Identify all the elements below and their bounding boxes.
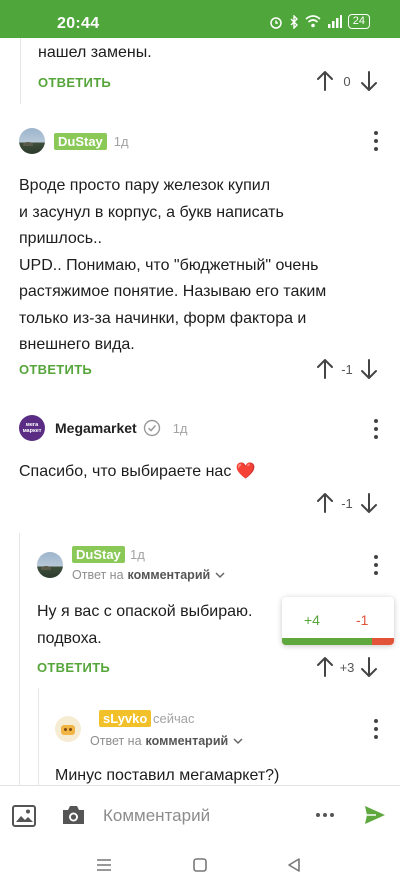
comment-text: Ну я вас с опаской выбираю. подвоха. [37, 603, 253, 647]
upvote-arrow-icon[interactable] [316, 358, 334, 380]
comment-time: 1д [172, 420, 188, 436]
author-name[interactable]: DuStay [54, 132, 107, 150]
wifi-icon [305, 15, 321, 28]
bluetooth-icon [290, 14, 298, 29]
chevron-down-icon [215, 572, 225, 579]
score: -1 [341, 495, 353, 511]
reply-to-link[interactable]: Ответ на комментарий [90, 734, 244, 748]
vote-ratio-fill [282, 638, 372, 645]
author-name[interactable]: DuStay [72, 546, 125, 563]
alarm-icon [270, 16, 282, 29]
reply-button[interactable]: ОТВЕТИТЬ [37, 660, 110, 675]
downvote-arrow-icon[interactable] [360, 358, 378, 380]
comment-author-row: DuStay 1д [19, 128, 129, 154]
avatar[interactable] [37, 552, 63, 578]
avatar[interactable] [55, 716, 81, 742]
reply-to-target: комментарий [145, 734, 229, 748]
status-icons: 24 [269, 14, 370, 29]
more-vertical-icon[interactable] [373, 719, 379, 739]
image-icon[interactable] [12, 805, 36, 827]
comment-author-row [37, 552, 63, 578]
more-vertical-icon[interactable] [373, 555, 379, 575]
vote-control: 0 [316, 70, 378, 92]
comment-text: Минус поставил мегамаркет?) [55, 767, 280, 784]
upvotes-count: +4 [304, 612, 320, 628]
vote-control: -1 [316, 492, 378, 514]
comments-feed[interactable]: нашел замены. ОТВЕТИТЬ 0 DuStay 1д Вроде… [0, 38, 400, 785]
downvote-arrow-icon[interactable] [360, 492, 378, 514]
battery-icon: 24 [347, 14, 370, 29]
thread-line [38, 688, 39, 785]
comment-composer: Комментарий [0, 785, 400, 845]
score: -1 [341, 361, 353, 377]
verified-icon [143, 419, 160, 437]
comment-input[interactable]: Комментарий [103, 806, 210, 826]
avatar[interactable]: мега маркет [19, 415, 45, 441]
comment-author-row [55, 716, 81, 742]
upvote-arrow-icon[interactable] [316, 70, 334, 92]
downvote-arrow-icon[interactable] [360, 70, 378, 92]
score: +3 [339, 659, 355, 675]
comment-time: 1д [113, 133, 129, 149]
comment-text: нашел замены. [38, 44, 152, 61]
reply-to-prefix: Ответ на [72, 568, 124, 582]
camera-icon[interactable] [61, 804, 86, 826]
reply-to-link[interactable]: Ответ на комментарий [72, 568, 226, 582]
system-nav-bar [0, 845, 400, 889]
vote-control: -1 [316, 358, 378, 380]
avatar-logo-text: мега маркет [22, 422, 42, 434]
author-name[interactable]: Megamarket [55, 420, 137, 436]
comment-author-row: мега маркет Megamarket 1д [19, 415, 188, 441]
thread-line [19, 533, 20, 785]
status-time: 20:44 [57, 15, 100, 32]
downvotes-count: -1 [356, 612, 369, 628]
downvote-arrow-icon[interactable] [360, 656, 378, 678]
vote-control: +3 [316, 656, 378, 678]
score: 0 [343, 73, 351, 89]
upvote-arrow-icon[interactable] [316, 492, 334, 514]
reply-button[interactable]: ОТВЕТИТЬ [38, 75, 111, 90]
signal-icon [327, 15, 342, 28]
send-icon[interactable] [364, 805, 386, 825]
menu-icon[interactable] [96, 858, 112, 872]
back-triangle-icon[interactable] [286, 857, 302, 873]
upvote-arrow-icon[interactable] [316, 656, 334, 678]
status-bar: 20:44 24 [0, 0, 400, 38]
reply-to-prefix: Ответ на [90, 734, 142, 748]
reply-button[interactable]: ОТВЕТИТЬ [19, 362, 92, 377]
more-vertical-icon[interactable] [373, 131, 379, 151]
comment-text: Вроде просто пару железок купил и засуну… [19, 177, 327, 353]
home-square-icon[interactable] [192, 857, 208, 873]
chevron-down-icon [233, 738, 243, 745]
reply-to-target: комментарий [127, 568, 211, 582]
more-vertical-icon[interactable] [373, 419, 379, 439]
comment-time: 1д [130, 547, 145, 562]
vote-breakdown-popup: +4 -1 [282, 597, 394, 645]
more-horizontal-icon[interactable] [316, 813, 334, 817]
comment-time: сейчас [153, 711, 195, 726]
comment-text: Спасибо, что выбираете нас ❤️ [19, 463, 256, 480]
thread-line [20, 38, 21, 104]
author-name[interactable]: sLyvko [99, 710, 152, 727]
vote-ratio-bar [282, 638, 394, 645]
avatar[interactable] [19, 128, 45, 154]
